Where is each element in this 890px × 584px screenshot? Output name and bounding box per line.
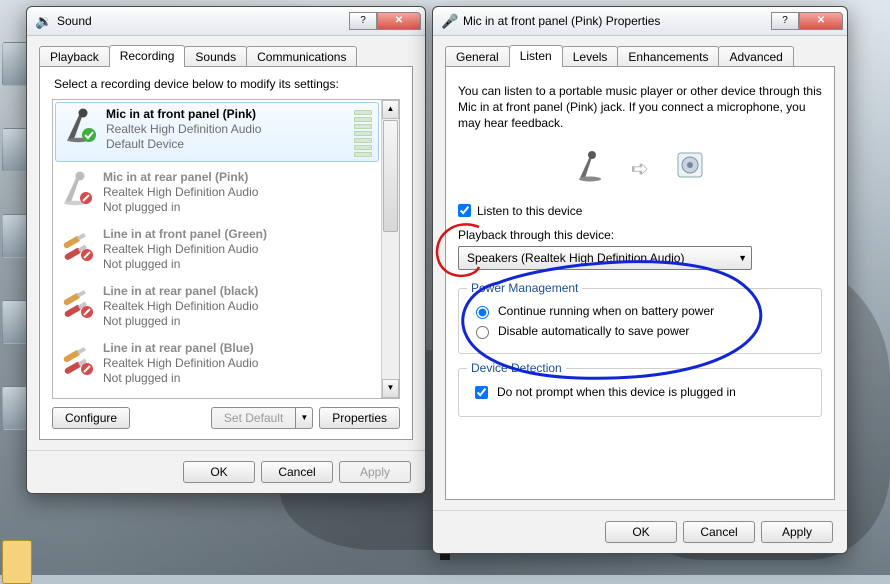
- flow-illustration: ➪: [458, 148, 822, 190]
- set-default-dropdown[interactable]: ▼: [296, 407, 313, 429]
- mic-icon: 🎤: [441, 13, 457, 29]
- scroll-thumb[interactable]: [383, 120, 398, 232]
- listen-description: You can listen to a portable music playe…: [458, 83, 822, 132]
- apply-button[interactable]: Apply: [339, 461, 411, 483]
- device-status: Not plugged in: [103, 314, 258, 329]
- titlebar[interactable]: 🎤 Mic in at front panel (Pink) Propertie…: [433, 7, 847, 36]
- mic-device-icon: [59, 170, 95, 206]
- device-name: Line in at rear panel (black): [103, 284, 258, 299]
- listen-checkbox-row[interactable]: Listen to this device: [458, 204, 822, 218]
- radio-continue-label: Continue running when on battery power: [498, 304, 714, 318]
- scrollbar[interactable]: ▲ ▼: [381, 100, 399, 398]
- line-in-device-icon: [59, 227, 95, 263]
- tab-levels[interactable]: Levels: [562, 46, 619, 67]
- device-row[interactable]: Line in at front panel (Green)Realtek Hi…: [53, 221, 381, 278]
- level-meter: [354, 107, 372, 157]
- line-in-device-icon: [59, 341, 95, 377]
- titlebar[interactable]: 🔉 Sound ? ✕: [27, 7, 425, 36]
- no-prompt-checkbox[interactable]: [475, 386, 488, 399]
- properties-button[interactable]: Properties: [319, 407, 400, 429]
- mic-stand-icon: [573, 148, 607, 190]
- listen-checkbox[interactable]: [458, 204, 471, 217]
- device-driver: Realtek High Definition Audio: [103, 242, 267, 257]
- radio-disable[interactable]: [476, 326, 489, 339]
- sound-icon: 🔉: [35, 13, 51, 29]
- arrow-right-icon: ➪: [631, 156, 649, 182]
- radio-disable-label: Disable automatically to save power: [498, 324, 689, 338]
- close-button[interactable]: ✕: [799, 12, 843, 30]
- mic-device-icon: [62, 107, 98, 143]
- radio-continue[interactable]: [476, 306, 489, 319]
- set-default-button[interactable]: Set Default: [211, 407, 296, 429]
- device-driver: Realtek High Definition Audio: [103, 356, 258, 371]
- no-prompt-row[interactable]: Do not prompt when this device is plugge…: [471, 383, 809, 402]
- window-title: Mic in at front panel (Pink) Properties: [463, 14, 771, 28]
- device-name: Mic in at front panel (Pink): [106, 107, 261, 122]
- device-driver: Realtek High Definition Audio: [103, 299, 258, 314]
- tab-recording[interactable]: Recording: [109, 45, 186, 67]
- device-row[interactable]: Mic in at rear panel (Pink)Realtek High …: [53, 164, 381, 221]
- device-status: Not plugged in: [103, 200, 258, 215]
- apply-button[interactable]: Apply: [761, 521, 833, 543]
- tab-playback[interactable]: Playback: [39, 46, 110, 67]
- group-legend: Device Detection: [467, 361, 566, 375]
- radio-disable-row[interactable]: Disable automatically to save power: [471, 323, 809, 339]
- playback-device-value: Speakers (Realtek High Definition Audio): [467, 251, 684, 265]
- device-driver: Realtek High Definition Audio: [103, 185, 258, 200]
- cancel-button[interactable]: Cancel: [261, 461, 333, 483]
- help-button[interactable]: ?: [771, 12, 799, 30]
- group-legend: Power Management: [467, 281, 582, 295]
- mic-properties-window: 🎤 Mic in at front panel (Pink) Propertie…: [432, 6, 848, 554]
- close-button[interactable]: ✕: [377, 12, 421, 30]
- playback-through-label: Playback through this device:: [458, 228, 822, 242]
- device-status: Default Device: [106, 137, 261, 152]
- instruction-text: Select a recording device below to modif…: [54, 77, 400, 91]
- tab-strip: GeneralListenLevelsEnhancementsAdvanced: [445, 44, 835, 66]
- playback-device-combobox[interactable]: Speakers (Realtek High Definition Audio)…: [458, 246, 752, 270]
- device-list: Mic in at front panel (Pink)Realtek High…: [52, 99, 400, 399]
- scroll-up-button[interactable]: ▲: [382, 100, 399, 119]
- sound-window: 🔉 Sound ? ✕ PlaybackRecordingSoundsCommu…: [26, 6, 426, 494]
- tab-communications[interactable]: Communications: [246, 46, 357, 67]
- device-status: Not plugged in: [103, 371, 258, 386]
- device-name: Mic in at rear panel (Pink): [103, 170, 258, 185]
- device-status: Not plugged in: [103, 257, 267, 272]
- power-management-group: Power Management Continue running when o…: [458, 288, 822, 354]
- ok-button[interactable]: OK: [183, 461, 255, 483]
- tab-general[interactable]: General: [445, 46, 510, 67]
- ok-button[interactable]: OK: [605, 521, 677, 543]
- window-title: Sound: [57, 14, 349, 28]
- device-detection-group: Device Detection Do not prompt when this…: [458, 368, 822, 417]
- speaker-icon: [673, 148, 707, 190]
- tab-advanced[interactable]: Advanced: [718, 46, 793, 67]
- tab-sounds[interactable]: Sounds: [184, 46, 247, 67]
- device-row[interactable]: Line in at rear panel (black)Realtek Hig…: [53, 278, 381, 335]
- device-name: Line in at front panel (Green): [103, 227, 267, 242]
- device-row[interactable]: Mic in at front panel (Pink)Realtek High…: [55, 102, 379, 162]
- tab-strip: PlaybackRecordingSoundsCommunications: [39, 44, 413, 66]
- radio-continue-row[interactable]: Continue running when on battery power: [471, 303, 809, 319]
- listen-checkbox-label: Listen to this device: [477, 204, 582, 218]
- help-button[interactable]: ?: [349, 12, 377, 30]
- tab-listen[interactable]: Listen: [509, 45, 563, 67]
- device-driver: Realtek High Definition Audio: [106, 122, 261, 137]
- device-row[interactable]: Line in at rear panel (Blue)Realtek High…: [53, 335, 381, 392]
- tab-enhancements[interactable]: Enhancements: [617, 46, 719, 67]
- chevron-down-icon: ▼: [738, 253, 747, 263]
- line-in-device-icon: [59, 284, 95, 320]
- scroll-down-button[interactable]: ▼: [382, 379, 399, 398]
- cancel-button[interactable]: Cancel: [683, 521, 755, 543]
- no-prompt-label: Do not prompt when this device is plugge…: [497, 385, 736, 399]
- configure-button[interactable]: Configure: [52, 407, 130, 429]
- desktop-shortcut[interactable]: [2, 540, 32, 584]
- device-name: Line in at rear panel (Blue): [103, 341, 258, 356]
